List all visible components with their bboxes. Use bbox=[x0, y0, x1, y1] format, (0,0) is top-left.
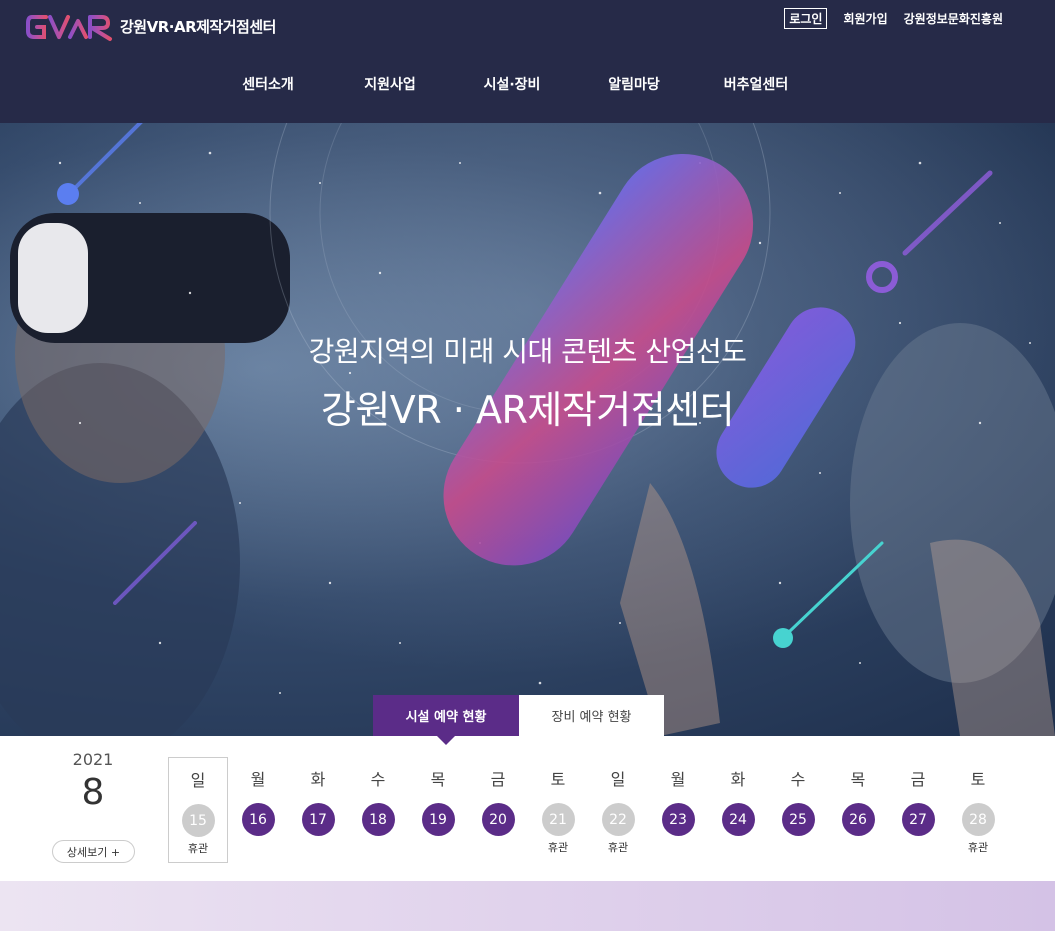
day-of-week: 금 bbox=[490, 770, 506, 789]
day-of-week: 목 bbox=[430, 770, 446, 789]
day-of-week: 수 bbox=[370, 770, 386, 789]
main-nav: 센터소개 지원사업 시설·장비 알림마당 버추얼센터 bbox=[207, 74, 817, 94]
hero-subtitle: 강원지역의 미래 시대 콘텐츠 산업선도 bbox=[308, 335, 747, 368]
calendar-day[interactable]: 화 24 bbox=[708, 757, 768, 863]
day-date: 27 bbox=[901, 803, 935, 836]
day-of-week: 금 bbox=[910, 770, 926, 789]
day-status-note: 휴관 bbox=[187, 842, 209, 855]
day-date: 17 bbox=[301, 803, 335, 836]
day-date: 15 bbox=[181, 804, 215, 837]
day-of-week: 목 bbox=[850, 770, 866, 789]
day-of-week: 월 bbox=[250, 770, 266, 789]
day-status-note: 휴관 bbox=[967, 841, 989, 854]
day-date: 18 bbox=[361, 803, 395, 836]
nav-facilities-equipment[interactable]: 시설·장비 bbox=[451, 74, 573, 94]
day-date: 21 bbox=[541, 803, 575, 836]
next-section-band bbox=[0, 881, 1055, 931]
calendar-day[interactable]: 월 23 bbox=[648, 757, 708, 863]
day-date: 28 bbox=[961, 803, 995, 836]
calendar-day[interactable]: 토 21 휴관 bbox=[528, 757, 588, 863]
reservation-tabs: 시설 예약 현황 장비 예약 현황 bbox=[373, 695, 664, 745]
site-title: 강원VR·AR제작거점센터 bbox=[120, 17, 276, 36]
day-date: 23 bbox=[661, 803, 695, 836]
calendar-day[interactable]: 금 27 bbox=[888, 757, 948, 863]
calendar-day[interactable]: 토 28 휴관 bbox=[948, 757, 1008, 863]
calendar-day[interactable]: 일 22 휴관 bbox=[588, 757, 648, 863]
day-of-week: 월 bbox=[670, 770, 686, 789]
utility-menu: 로그인 회원가입 강원정보문화진흥원 bbox=[784, 8, 1003, 29]
day-date: 20 bbox=[481, 803, 515, 836]
org-link[interactable]: 강원정보문화진흥원 bbox=[904, 10, 1003, 27]
hero-title: 강원VR · AR제작거점센터 bbox=[320, 388, 735, 432]
calendar-day[interactable]: 월 16 bbox=[228, 757, 288, 863]
calendar-day[interactable]: 수 25 bbox=[768, 757, 828, 863]
nav-virtual-center[interactable]: 버추얼센터 bbox=[695, 74, 817, 94]
detail-view-button[interactable]: 상세보기 + bbox=[52, 840, 135, 863]
logo-mark-icon bbox=[26, 15, 112, 41]
day-of-week: 일 bbox=[190, 771, 206, 790]
day-date: 22 bbox=[601, 803, 635, 836]
day-date: 24 bbox=[721, 803, 755, 836]
day-of-week: 토 bbox=[550, 770, 566, 789]
calendar-day[interactable]: 목 19 bbox=[408, 757, 468, 863]
site-header: 강원VR·AR제작거점센터 로그인 회원가입 강원정보문화진흥원 센터소개 지원… bbox=[0, 0, 1055, 123]
day-of-week: 일 bbox=[610, 770, 626, 789]
tab-equipment-reservation[interactable]: 장비 예약 현황 bbox=[519, 695, 664, 736]
calendar-day[interactable]: 일 15 휴관 bbox=[168, 757, 228, 863]
hero-banner: 강원지역의 미래 시대 콘텐츠 산업선도 강원VR · AR제작거점센터 bbox=[0, 123, 1055, 736]
calendar-days: 일 15 휴관 월 16 화 17 수 18 목 19 금 20 토 21 휴관 일 22 휴관 월 23 화 24 수 25 목… bbox=[168, 757, 1008, 863]
day-date: 16 bbox=[241, 803, 275, 836]
nav-notices[interactable]: 알림마당 bbox=[573, 74, 695, 94]
reservation-calendar: 2021 8 상세보기 + 일 15 휴관 월 16 화 17 수 18 목 19 금 20 토 21 휴관 일… bbox=[0, 736, 1055, 881]
day-status-note: 휴관 bbox=[607, 841, 629, 854]
calendar-day[interactable]: 목 26 bbox=[828, 757, 888, 863]
day-date: 25 bbox=[781, 803, 815, 836]
day-of-week: 화 bbox=[310, 770, 326, 789]
day-of-week: 화 bbox=[730, 770, 746, 789]
calendar-day[interactable]: 수 18 bbox=[348, 757, 408, 863]
calendar-month: 8 bbox=[81, 772, 105, 813]
day-status-note: 휴관 bbox=[547, 841, 569, 854]
site-logo[interactable]: 강원VR·AR제작거점센터 bbox=[26, 9, 276, 43]
calendar-day[interactable]: 금 20 bbox=[468, 757, 528, 863]
tab-facility-reservation[interactable]: 시설 예약 현황 bbox=[373, 695, 519, 745]
nav-center-intro[interactable]: 센터소개 bbox=[207, 74, 329, 94]
login-link[interactable]: 로그인 bbox=[784, 8, 828, 29]
nav-support-programs[interactable]: 지원사업 bbox=[329, 74, 451, 94]
day-of-week: 토 bbox=[970, 770, 986, 789]
calendar-year: 2021 bbox=[72, 750, 114, 769]
day-date: 19 bbox=[421, 803, 455, 836]
join-link[interactable]: 회원가입 bbox=[843, 10, 887, 27]
day-date: 26 bbox=[841, 803, 875, 836]
day-of-week: 수 bbox=[790, 770, 806, 789]
calendar-day[interactable]: 화 17 bbox=[288, 757, 348, 863]
